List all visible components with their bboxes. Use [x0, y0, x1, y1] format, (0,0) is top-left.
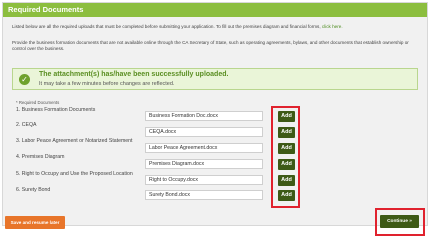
document-label: 6. Surety Bond: [16, 187, 51, 193]
intro-text: Listed below are all the required upload…: [12, 24, 422, 30]
document-label: 5. Right to Occupy and Use the Proposed …: [16, 171, 133, 177]
success-subtitle: It may take a few minutes before changes…: [39, 81, 175, 87]
add-buttons-highlight: [271, 106, 300, 208]
file-name-field[interactable]: CEQA.docx: [145, 127, 263, 137]
document-label: 4. Premises Diagram: [16, 154, 65, 160]
file-name-field[interactable]: Right to Occupy.docx: [145, 175, 263, 185]
document-label: 3. Labor Peace Agreement or Notarized St…: [16, 138, 133, 144]
document-label: 2. CEQA: [16, 122, 37, 128]
file-name-field[interactable]: Premises Diagram.docx: [145, 159, 263, 169]
file-name-field[interactable]: Business Formation Doc.docx: [145, 111, 263, 121]
file-name-field[interactable]: Surety Bond.docx: [145, 190, 263, 200]
required-documents-label: * Required Documents: [16, 100, 60, 105]
document-label: 1. Business Formation Documents: [16, 107, 96, 113]
check-circle-icon: ✓: [19, 74, 30, 85]
save-and-resume-button[interactable]: Save and resume later: [5, 216, 65, 229]
click-here-link[interactable]: click here.: [322, 24, 343, 29]
required-documents-panel: Required Documents Listed below are all …: [2, 2, 428, 226]
success-alert: ✓ The attachment(s) has/have been succes…: [12, 68, 418, 90]
panel-header: Required Documents: [3, 3, 427, 17]
success-title: The attachment(s) has/have been successf…: [39, 71, 229, 78]
continue-button[interactable]: Continue »: [380, 215, 419, 228]
file-name-field[interactable]: Labor Peace Agreement.docx: [145, 143, 263, 153]
intro-text-secondary: Provide the business formation documents…: [12, 40, 409, 51]
intro-text-main: Listed below are all the required upload…: [12, 24, 322, 29]
